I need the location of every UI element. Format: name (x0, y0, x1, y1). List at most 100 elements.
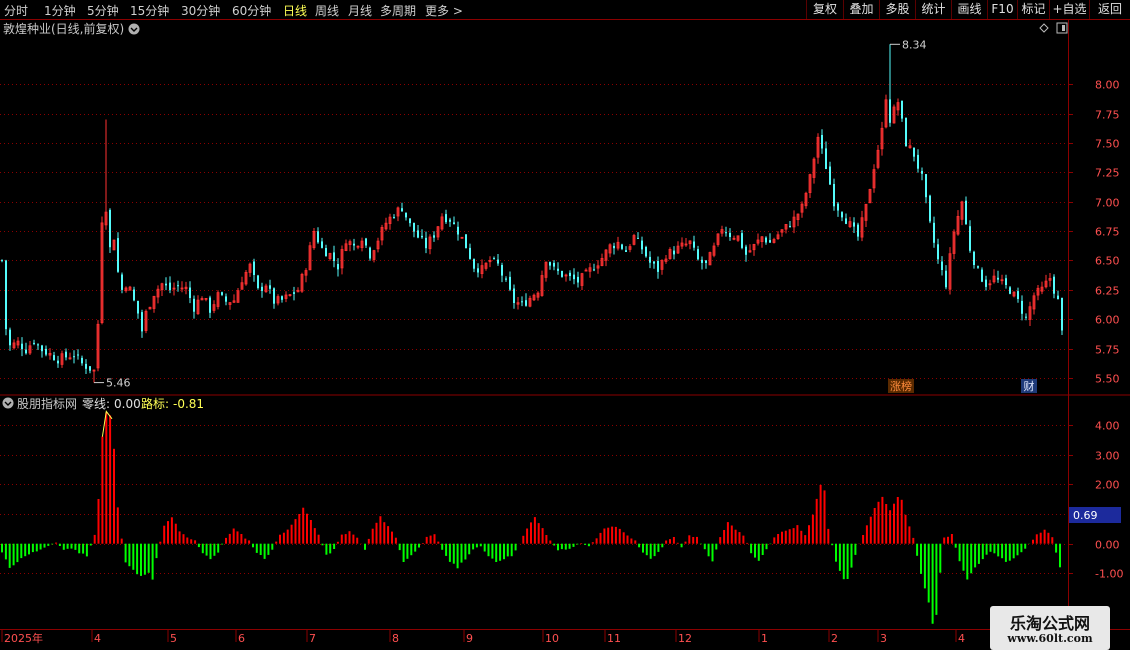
candle-body (117, 238, 119, 272)
candle-body (929, 195, 931, 222)
f10-button[interactable]: F10 (987, 0, 1017, 19)
candle-body (409, 218, 411, 224)
candle-body (421, 235, 423, 238)
candle-body (697, 249, 699, 260)
back-button[interactable]: 返回 (1089, 0, 1130, 19)
candle-body (453, 222, 455, 224)
candle-body (53, 355, 55, 361)
candle-body (497, 259, 499, 264)
candle-body (901, 100, 903, 119)
tab-monthly[interactable]: 月线 (348, 2, 372, 19)
zero-line-label: 零线: (82, 397, 110, 411)
tab-multi-period[interactable]: 多周期 (380, 2, 416, 19)
candle-body (57, 360, 59, 364)
candle-body (741, 233, 743, 248)
candle-body (257, 275, 259, 289)
candle-body (997, 277, 999, 280)
candle-body (21, 343, 23, 350)
time-axis-label: 4 (94, 632, 101, 645)
candle-body (493, 258, 495, 260)
time-axis-label: 2025年 (4, 631, 43, 645)
candle-body (1061, 297, 1063, 331)
price-tick-label: 8.00 (1095, 79, 1120, 92)
candle-body (281, 296, 283, 300)
time-axis-label: 2 (831, 632, 838, 645)
tab-15min[interactable]: 15分钟 (130, 2, 169, 19)
chart-canvas[interactable]: 8.00 7.75 7.50 7.25 7.00 6.75 6.50 6.25 6.00 5.75… (0, 20, 1130, 650)
candle-body (825, 148, 827, 169)
mark-button[interactable]: 标记 (1017, 0, 1049, 19)
tab-weekly[interactable]: 周线 (315, 2, 339, 19)
candle-body (253, 261, 255, 275)
panel-toggle-icon[interactable] (1056, 22, 1068, 34)
candle-body (729, 232, 731, 237)
candle-body (225, 296, 227, 302)
candle-body (193, 298, 195, 312)
road-sign-value: -0.81 (173, 397, 204, 411)
indicator-dropdown-icon[interactable] (2, 397, 14, 409)
candle-body (937, 244, 939, 260)
high-price-label: 8.34 (902, 38, 927, 51)
tab-5min[interactable]: 5分钟 (87, 2, 119, 19)
fuquan-button[interactable]: 复权 (806, 0, 843, 19)
price-gridlines (0, 84, 1073, 379)
draw-line-button[interactable]: 画线 (951, 0, 987, 19)
candle-body (1005, 278, 1007, 285)
candle-body (569, 272, 571, 276)
candle-body (889, 99, 891, 123)
price-tick-label: 7.50 (1095, 138, 1120, 151)
title-dropdown-icon[interactable] (128, 23, 140, 35)
candle-body (473, 259, 475, 269)
tab-daily[interactable]: 日线 (283, 2, 307, 19)
site-logo: 乐淘公式网 www.60lt.com (990, 606, 1110, 650)
candle-body (169, 282, 171, 291)
candle-body (133, 289, 135, 301)
candle-body (85, 363, 87, 369)
tab-more[interactable]: 更多 > (425, 2, 463, 19)
candle-body (449, 219, 451, 222)
price-tick-label: 5.75 (1095, 344, 1120, 357)
candle-body (973, 251, 975, 265)
time-axis-label: 4 (958, 632, 965, 645)
candle-body (573, 274, 575, 280)
indicator-name: 股朋指标网 (17, 396, 77, 411)
candle-body (965, 200, 967, 225)
tab-fenshi[interactable]: 分时 (4, 2, 28, 19)
zhangbang-badge[interactable]: 涨榜 (888, 379, 914, 393)
statistics-button[interactable]: 统计 (915, 0, 951, 19)
overlay-button[interactable]: 叠加 (843, 0, 879, 19)
candle-body (657, 261, 659, 272)
add-watchlist-button[interactable]: +自选 (1049, 0, 1089, 19)
price-tick-label: 6.75 (1095, 226, 1120, 239)
tab-1min[interactable]: 1分钟 (44, 2, 76, 19)
candle-body (405, 212, 407, 218)
tab-30min[interactable]: 30分钟 (181, 2, 220, 19)
candle-body (553, 262, 555, 267)
price-axis-labels: 8.00 7.75 7.50 7.25 7.00 6.75 6.50 6.25 6.00 5.75… (1095, 79, 1120, 386)
finance-badge[interactable]: 财 (1021, 379, 1037, 393)
time-axis-label: 12 (678, 632, 692, 645)
candle-body (621, 244, 623, 249)
candle-body (613, 245, 615, 249)
time-axis-label: 9 (466, 632, 473, 645)
multi-stock-button[interactable]: 多股 (879, 0, 915, 19)
candle-body (845, 218, 847, 224)
candle-body (221, 292, 223, 295)
candle-body (977, 266, 979, 268)
zero-line-value: 0.00 (114, 397, 141, 411)
candle-body (45, 348, 47, 355)
tab-60min[interactable]: 60分钟 (232, 2, 271, 19)
candle-body (413, 222, 415, 232)
time-axis-label: 11 (607, 632, 621, 645)
candle-body (789, 225, 791, 227)
candle-body (905, 118, 907, 147)
candle-body (9, 329, 11, 346)
price-tick-label: 7.00 (1095, 197, 1120, 210)
price-tick-label: 6.00 (1095, 314, 1120, 327)
candle-body (121, 274, 123, 290)
candle-body (933, 222, 935, 243)
indicator-bars (1, 410, 1061, 624)
diamond-icon[interactable] (1039, 23, 1049, 33)
candle-body (457, 226, 459, 235)
candle-body (521, 301, 523, 303)
